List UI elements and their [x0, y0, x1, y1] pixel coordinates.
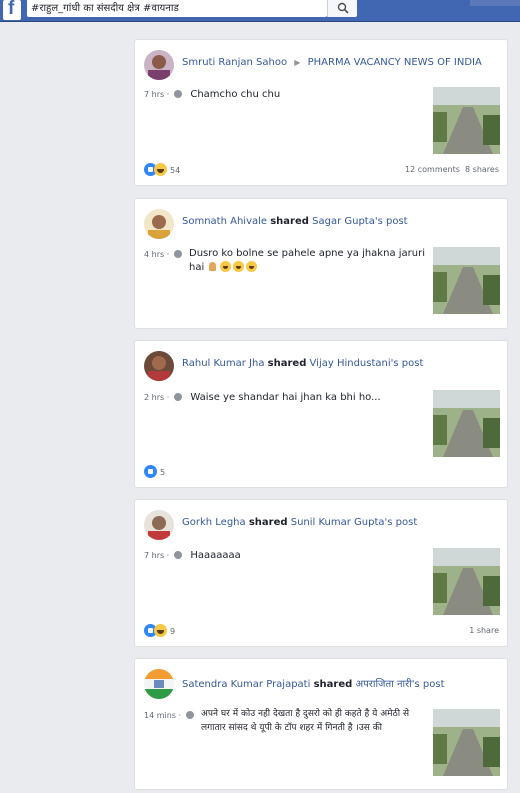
- haha-reaction-icon: [154, 624, 167, 637]
- laughing-emoji-icon: [246, 261, 258, 272]
- folded-hands-emoji-icon: [207, 261, 218, 272]
- laughing-emoji-icon: [220, 261, 232, 272]
- post-stats: 12 comments 8 shares: [405, 165, 499, 174]
- target-link[interactable]: Sunil Kumar Gupta's post: [291, 517, 418, 528]
- target-link[interactable]: PHARMA VACANCY NEWS OF INDIA: [308, 57, 482, 68]
- shared-label: shared: [267, 358, 307, 369]
- globe-icon: [173, 551, 182, 559]
- post-text: Waise ye shandar hai jhan ka bhi ho...: [190, 392, 381, 403]
- facebook-logo-icon[interactable]: f: [3, 0, 21, 20]
- shared-label: shared: [313, 679, 353, 690]
- post-text-block: Dusro ko bolne se pahele apne ya jhakna …: [189, 247, 425, 275]
- post-image[interactable]: [433, 247, 500, 314]
- shared-label: shared: [248, 517, 288, 528]
- avatar[interactable]: [144, 669, 174, 699]
- arrow-icon: ▶: [294, 58, 301, 67]
- author-link[interactable]: Smruti Ranjan Sahoo: [182, 57, 287, 68]
- post-image[interactable]: [433, 548, 500, 615]
- post-text: Chamcho chu chu: [190, 89, 281, 100]
- post-header: Satendra Kumar Prajapati shared अपराजिता…: [182, 676, 445, 690]
- post-header: Gorkh Legha shared Sunil Kumar Gupta's p…: [182, 517, 417, 528]
- reaction-summary[interactable]: 54: [144, 163, 180, 176]
- author-link[interactable]: Rahul Kumar Jha: [182, 358, 264, 369]
- globe-icon: [173, 250, 182, 258]
- shares-count[interactable]: 8 shares: [465, 165, 499, 174]
- avatar[interactable]: [144, 510, 174, 540]
- reaction-summary[interactable]: 9: [144, 624, 175, 637]
- timestamp[interactable]: 2 hrs: [144, 393, 164, 402]
- reaction-count: 9: [170, 627, 176, 636]
- profile-area[interactable]: [470, 0, 520, 6]
- shared-label: shared: [270, 216, 309, 227]
- reaction-summary[interactable]: 5: [144, 465, 165, 478]
- post-card: Gorkh Legha shared Sunil Kumar Gupta's p…: [134, 499, 508, 647]
- author-link[interactable]: Satendra Kumar Prajapati: [182, 679, 310, 690]
- author-link[interactable]: Somnath Ahivale: [182, 216, 267, 227]
- post-card: Somnath Ahivale shared Sagar Gupta's pos…: [134, 198, 508, 329]
- reaction-count: 5: [160, 468, 166, 477]
- target-link[interactable]: Sagar Gupta's post: [312, 216, 407, 227]
- shares-count[interactable]: 1 share: [469, 626, 499, 635]
- top-navigation-bar: f #राहुल_गांधी का संसदीय क्षेत्र #वायनाड: [0, 0, 520, 22]
- timestamp[interactable]: 14 mins: [144, 711, 176, 720]
- post-image[interactable]: [433, 87, 500, 154]
- search-button[interactable]: [327, 0, 357, 17]
- globe-icon: [173, 393, 182, 401]
- post-meta: 7 hrs · Chamcho chu chu: [144, 89, 281, 100]
- post-image[interactable]: [433, 709, 500, 776]
- avatar[interactable]: [144, 209, 174, 239]
- timestamp[interactable]: 7 hrs: [144, 551, 164, 560]
- reaction-count: 54: [170, 166, 181, 175]
- laughing-emoji-icon: [233, 261, 245, 272]
- post-meta: 14 mins ·: [144, 711, 196, 720]
- post-card: Rahul Kumar Jha shared Vijay Hindustani'…: [134, 340, 508, 488]
- avatar[interactable]: [144, 50, 174, 80]
- avatar[interactable]: [144, 351, 174, 381]
- post-meta: 2 hrs · Waise ye shandar hai jhan ka bhi…: [144, 392, 381, 403]
- haha-reaction-icon: [154, 163, 167, 176]
- post-header: Rahul Kumar Jha shared Vijay Hindustani'…: [182, 358, 423, 369]
- post-text: अपने घर में कोउ नही देखता है दुसरो को ही…: [201, 709, 410, 733]
- post-header: Smruti Ranjan Sahoo ▶ PHARMA VACANCY NEW…: [182, 57, 482, 68]
- search-icon: [337, 2, 349, 14]
- timestamp[interactable]: 7 hrs: [144, 90, 164, 99]
- post-card: Satendra Kumar Prajapati shared अपराजिता…: [134, 658, 508, 790]
- post-text: Haaaaaaa: [190, 550, 241, 561]
- timestamp[interactable]: 4 hrs: [144, 250, 164, 259]
- post-text-block: अपने घर में कोउ नही देखता है दुसरो को ही…: [201, 707, 425, 735]
- search-input[interactable]: #राहुल_गांधी का संसदीय क्षेत्र #वायनाड: [27, 0, 327, 17]
- post-header: Somnath Ahivale shared Sagar Gupta's pos…: [182, 216, 408, 227]
- post-image[interactable]: [433, 390, 500, 457]
- post-card: Smruti Ranjan Sahoo ▶ PHARMA VACANCY NEW…: [134, 39, 508, 186]
- target-link[interactable]: अपराजिता नारी's post: [355, 679, 444, 690]
- post-stats: 1 share: [469, 626, 499, 635]
- post-meta: 7 hrs · Haaaaaaa: [144, 550, 241, 561]
- author-link[interactable]: Gorkh Legha: [182, 517, 246, 528]
- comments-count[interactable]: 12 comments: [405, 165, 460, 174]
- like-reaction-icon: [144, 465, 157, 478]
- post-meta: 4 hrs ·: [144, 250, 184, 259]
- globe-icon: [185, 711, 194, 719]
- target-link[interactable]: Vijay Hindustani's post: [310, 358, 424, 369]
- globe-icon: [173, 90, 182, 98]
